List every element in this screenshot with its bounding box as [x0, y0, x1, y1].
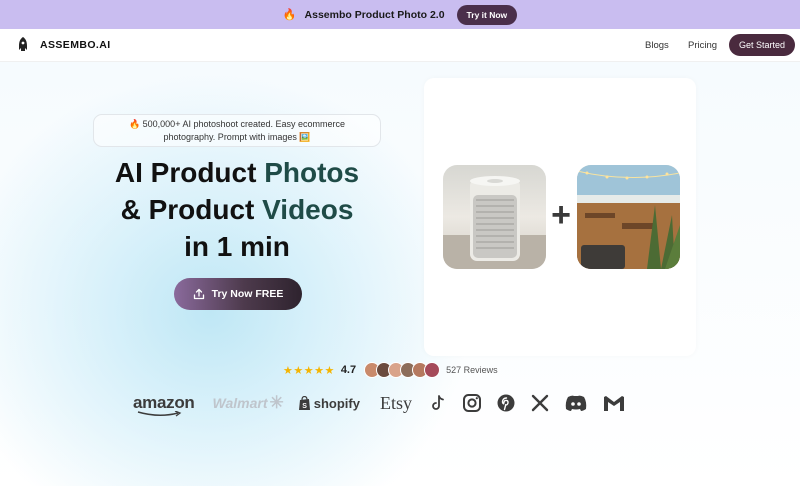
avatar [424, 362, 441, 378]
tagline-line-1: 🔥 500,000+ AI photoshoot created. Easy e… [128, 119, 346, 129]
walmart-spark-icon: ✳ [269, 393, 284, 412]
review-count[interactable]: 527 Reviews [446, 365, 498, 375]
try-now-free-button[interactable]: Try Now FREE [174, 278, 302, 310]
rocket-logo-icon[interactable] [17, 37, 29, 53]
nav-link-blogs[interactable]: Blogs [645, 40, 669, 51]
amazon-wordmark: amazon [133, 393, 195, 412]
x-icon[interactable] [530, 393, 550, 413]
hero-section: 🔥 500,000+ AI photoshoot created. Easy e… [0, 62, 800, 486]
brand-name[interactable]: ASSEMBO.AI [40, 39, 111, 51]
nav-link-pricing[interactable]: Pricing [688, 40, 717, 51]
shopify-wordmark: shopify [313, 395, 360, 411]
product-photo-speaker [443, 165, 546, 269]
headline-part: in 1 min [184, 231, 290, 262]
svg-text:S: S [302, 403, 307, 410]
headline-part: AI Product [114, 157, 265, 188]
announcement-text: Assembo Product Photo 2.0 [304, 8, 445, 21]
announcement-bar: 🔥 Assembo Product Photo 2.0 Try it Now [0, 0, 800, 29]
tiktok-icon[interactable] [428, 393, 448, 413]
headline-accent: Videos [262, 194, 354, 225]
rating-value: 4.7 [340, 364, 357, 376]
scene-photo-cafe [577, 165, 680, 269]
headline-accent: Photos [264, 157, 360, 188]
top-nav: ASSEMBO.AI Blogs Pricing Get Started [0, 29, 800, 62]
walmart-logo: Walmart ✳ [213, 393, 284, 413]
try-it-now-button[interactable]: Try it Now [456, 4, 518, 25]
discord-icon[interactable] [564, 393, 588, 413]
gmail-icon[interactable] [602, 393, 626, 413]
shopify-logo: S shopify [298, 395, 360, 411]
shopify-bag-icon: S [298, 395, 310, 410]
partner-logos: amazon Walmart ✳ S shopify Etsy [133, 390, 626, 417]
reviews-row: ★★★★★ 4.7 527 Reviews [283, 361, 498, 379]
tagline-line-2: photography. Prompt with images 🖼️ [163, 132, 311, 142]
pinterest-icon[interactable] [496, 393, 516, 413]
etsy-logo: Etsy [379, 392, 412, 413]
upload-icon [193, 288, 204, 300]
tagline-badge: 🔥 500,000+ AI photoshoot created. Easy e… [93, 114, 381, 147]
try-now-free-label: Try Now FREE [211, 288, 284, 300]
fire-icon: 🔥 [282, 9, 297, 21]
rating-stars: ★★★★★ [283, 364, 335, 377]
amazon-logo: amazon [133, 393, 195, 417]
showcase-card: + [424, 78, 696, 356]
get-started-button[interactable]: Get Started [729, 34, 795, 56]
headline-part: & Product [120, 194, 263, 225]
walmart-wordmark: Walmart [212, 395, 268, 411]
hero-headline: AI Product Photos & Product Videos in 1 … [90, 154, 384, 265]
reviewer-avatars [364, 362, 441, 378]
instagram-icon[interactable] [462, 393, 482, 413]
amazon-smile-icon [137, 411, 182, 417]
plus-icon: + [551, 196, 571, 234]
